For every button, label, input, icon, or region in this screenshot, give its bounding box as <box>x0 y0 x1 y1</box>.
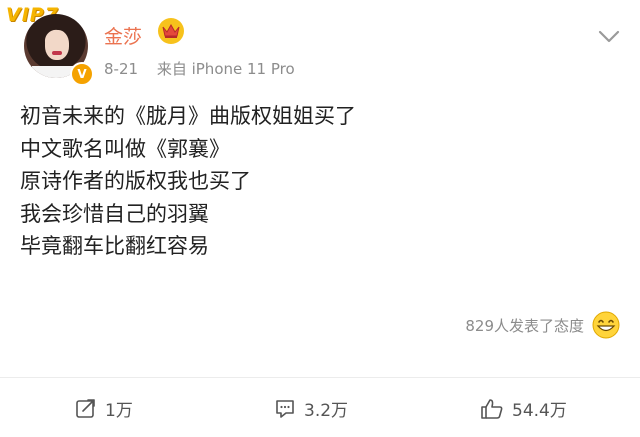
post-line: 原诗作者的版权我也买了 <box>20 169 251 193</box>
comment-button[interactable]: 3.2万 <box>274 396 348 421</box>
repost-button[interactable]: 1万 <box>75 396 133 421</box>
action-bar: 1万 3.2万 54.4万 <box>0 378 640 437</box>
post-line: 我会珍惜自己的羽翼 <box>20 201 209 226</box>
like-count: 54.4万 <box>512 401 567 421</box>
post-header: VIP7 V 金莎 8-21 来自 iPhone 11 Pro <box>0 0 640 96</box>
post-date: 8-21 <box>104 60 139 78</box>
like-icon <box>481 398 503 419</box>
chevron-down-icon[interactable] <box>598 30 620 44</box>
repost-count: 1万 <box>105 401 133 421</box>
avatar-face <box>45 30 69 60</box>
reactions-summary[interactable]: 829人发表了态度 <box>465 311 620 339</box>
grin-emoji-icon <box>592 311 620 339</box>
crown-icon[interactable] <box>158 18 184 44</box>
like-button[interactable]: 54.4万 <box>480 396 567 421</box>
reactions-count-text: 829人发表了态度 <box>465 316 584 335</box>
verified-v-icon: V <box>70 62 94 86</box>
comment-count: 3.2万 <box>304 401 349 421</box>
username[interactable]: 金莎 <box>104 22 142 49</box>
post-text: 初音未来的《胧月》曲版权姐姐买了 中文歌名叫做《郭襄》 原诗作者的版权我也买了 … <box>20 100 356 263</box>
post-line: 中文歌名叫做《郭襄》 <box>20 136 230 161</box>
post-meta: 8-21 来自 iPhone 11 Pro <box>104 58 295 79</box>
repost-icon <box>76 398 95 418</box>
post-line: 毕竟翻车比翻红容易 <box>20 234 209 258</box>
post-source: 来自 iPhone 11 Pro <box>156 60 295 78</box>
avatar-lips <box>52 51 62 55</box>
post-line: 初音未来的《胧月》曲版权姐姐买了 <box>20 104 356 128</box>
comment-icon <box>276 399 294 418</box>
